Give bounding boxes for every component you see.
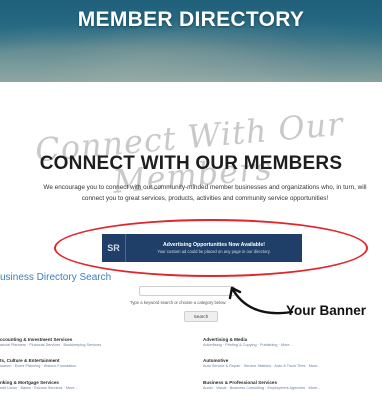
intro-line-1: We encourage you to connect with our com… [43,184,367,191]
search-hint: Type a keyword search or choose a catego… [130,300,227,305]
category-subs[interactable]: useum · Event Planning · Historic Founda… [0,364,175,369]
connect-title: CONNECT WITH OUR MEMBERS [39,153,343,174]
hero-title: MEMBER DIRECTORY [77,8,305,31]
ad-email-suffix: to learn more! [221,254,250,259]
hero-haze [0,42,382,82]
ad-headline: Advertising Opportunities Now Available! [163,241,265,248]
category-arts-culture[interactable]: ts, Culture & Entertainment useum · Even… [0,358,175,369]
category-automotive[interactable]: Automotive Auto Service & Repair · Servi… [203,358,378,369]
ad-email-link[interactable]: info@sanramonchamber.org [167,254,220,259]
intro-line-2: connect you to great services, products,… [81,195,329,202]
category-advertising[interactable]: Advertising & Media Advertising · Printi… [203,337,378,348]
category-subs[interactable]: Advertising · Printing & Copying · Publi… [203,343,378,348]
search-button[interactable]: Search [184,311,218,322]
your-banner-label: Your Banner [286,303,367,318]
category-subs[interactable]: Auto Service & Repair · Service Stations… [203,364,378,369]
intro-text: We encourage you to connect with our com… [28,182,382,204]
category-subs[interactable]: ancial Planners · Financial Services · B… [0,343,175,348]
ad-email-line: Email info@sanramonchamber.org to learn … [102,254,302,259]
member-directory-hero: MEMBER DIRECTORY [0,0,382,82]
category-subs[interactable]: edit Union · Banks · Escrow Services · M… [0,386,175,391]
directory-search-heading: usiness Directory Search [0,272,112,283]
ad-text: Advertising Opportunities Now Available!… [126,242,302,255]
directory-search-input[interactable] [139,286,235,296]
category-business-professional[interactable]: Business & Professional Services Audio ·… [203,380,378,391]
category-banking[interactable]: nking & Mortgage Services edit Union · B… [0,380,175,391]
category-accounting[interactable]: ccounting & Investment Services ancial P… [0,337,175,348]
ad-email-prefix: Email [154,254,166,259]
category-subs[interactable]: Audio · Visual · Business Consulting · E… [203,386,378,391]
